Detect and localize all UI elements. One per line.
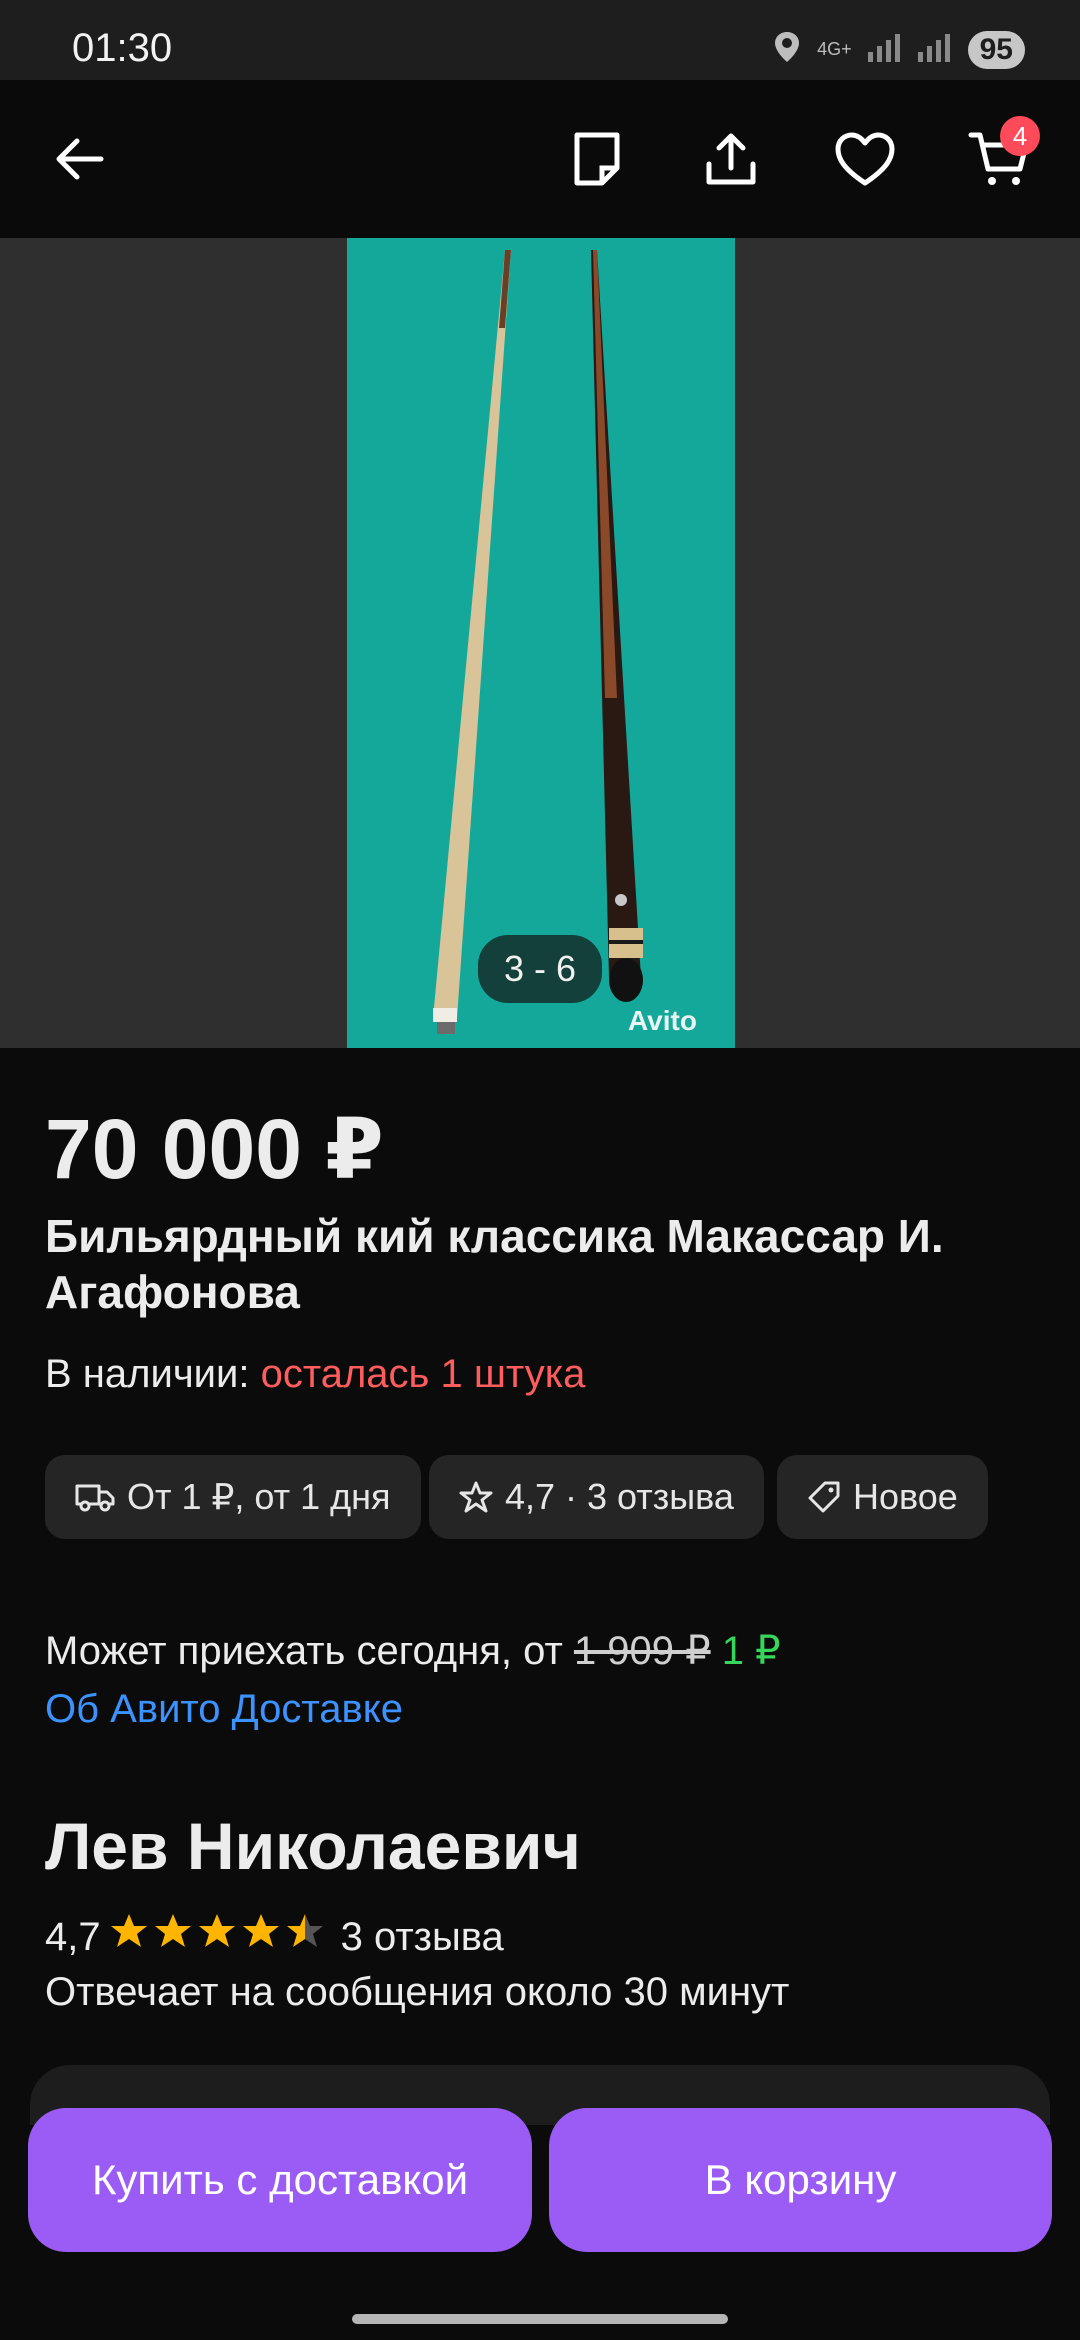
tag-icon [808,1481,840,1513]
seller-reply-time: Отвечает на сообщения около 30 минут [45,1970,790,2014]
heart-icon [835,132,895,186]
seller-name[interactable]: Лев Николаевич [45,1808,581,1884]
status-bar: 01:30 4G+ 95 [0,0,1080,80]
favorite-button[interactable] [820,114,910,204]
status-time: 01:30 [72,26,173,70]
delivery-old-price: 1 909 ₽ [573,1629,711,1673]
delivery-new-price: 1 ₽ [721,1629,781,1673]
home-indicator[interactable] [352,2314,728,2324]
stars-icon [110,1914,323,1947]
signal-icon-2 [917,32,952,67]
availability: В наличии: осталась 1 штука [45,1352,585,1397]
share-icon [706,133,756,185]
avito-delivery-link[interactable]: Об Авито Доставке [45,1687,403,1732]
chip-rating[interactable]: 4,7 · 3 отзыва [429,1455,764,1539]
billiard-cue-image [433,250,643,1034]
seller-rating-value: 4,7 [45,1914,101,1959]
status-icons: 4G+ 95 [773,30,1025,69]
product-price: 70 000 ₽ [45,1102,384,1196]
note-button[interactable] [552,114,642,204]
availability-value: осталась 1 штука [260,1352,586,1396]
photo-gallery[interactable]: 3 - 6 Avito [0,238,1080,1048]
rating-stars [110,1912,331,1962]
back-button[interactable] [34,114,124,204]
cart-badge: 4 [1000,116,1040,156]
delivery-info: Может приехать сегодня, от 1 909 ₽ 1 ₽ [45,1628,781,1674]
avito-watermark: Avito [628,1005,697,1036]
chip-delivery-label: От 1 ₽, от 1 дня [127,1476,391,1517]
seller-reviews: 3 отзыва [340,1914,504,1959]
availability-label: В наличии: [45,1352,250,1396]
chip-condition-label: Новое [853,1476,958,1517]
top-app-bar: 4 [0,80,1080,238]
cart-button[interactable]: 4 [954,114,1044,204]
network-label: 4G+ [817,39,852,59]
chip-delivery[interactable]: От 1 ₽, от 1 дня [45,1455,421,1539]
location-icon [773,30,801,69]
share-button[interactable] [686,114,776,204]
chip-rating-label: 4,7 · 3 отзыва [505,1476,734,1517]
chip-condition[interactable]: Новое [777,1455,988,1539]
seller-rating[interactable]: 4,7 3 отзыва [45,1912,504,1962]
battery-indicator: 95 [967,30,1025,69]
arrow-left-icon [56,138,104,180]
star-outline-icon [459,1481,493,1513]
photo-counter: 3 - 6 [478,935,602,1003]
buy-with-delivery-button[interactable]: Купить с доставкой [28,2108,532,2252]
note-icon [574,132,620,186]
truck-icon [75,1484,115,1512]
product-photo[interactable] [347,238,735,1048]
add-to-cart-button[interactable]: В корзину [549,2108,1052,2252]
delivery-text: Может приехать сегодня, от [45,1629,563,1673]
signal-icon [867,32,902,67]
product-title: Бильярдный кий классика Макассар И. Агаф… [45,1210,944,1318]
